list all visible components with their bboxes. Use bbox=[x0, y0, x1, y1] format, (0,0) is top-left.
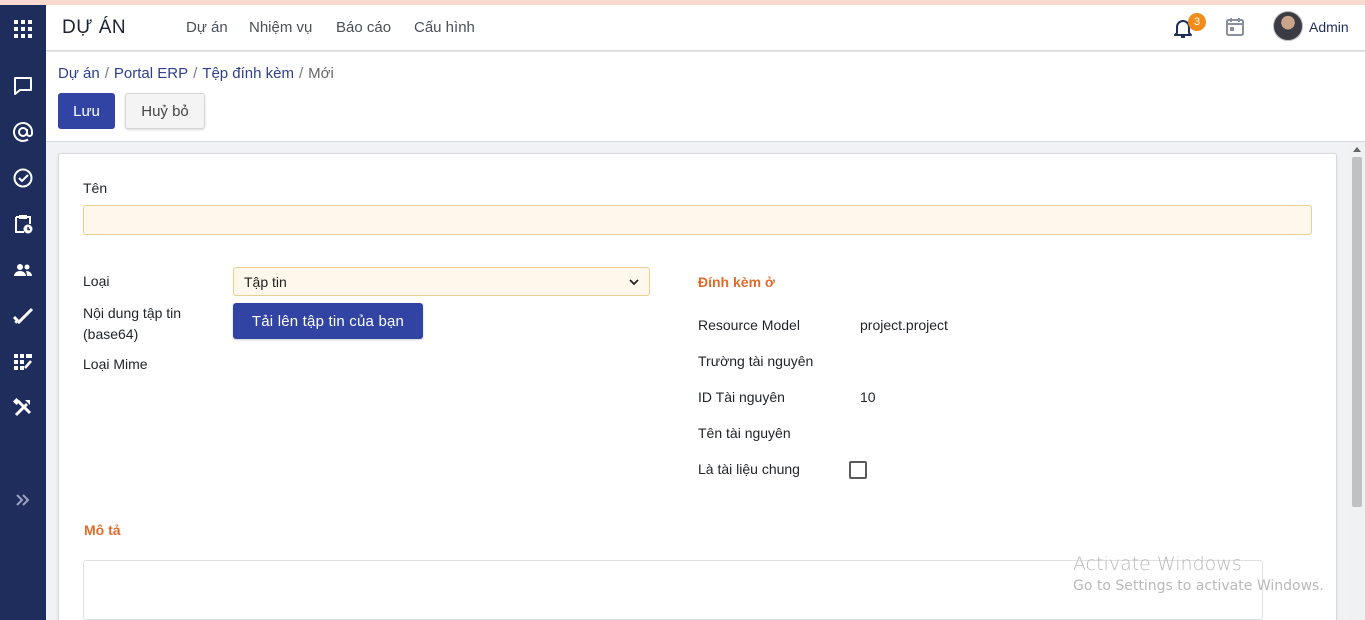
public-checkbox[interactable] bbox=[849, 461, 867, 479]
breadcrumb: Dự án / Portal ERP / Tệp đính kèm / Mới bbox=[58, 65, 334, 82]
breadcrumb-separator: / bbox=[104, 65, 109, 82]
attached-section-title: Đính kèm ở bbox=[698, 274, 775, 290]
sidebar bbox=[0, 5, 46, 620]
file-content-label: Nội dung tập tin bbox=[83, 305, 182, 321]
calendar-icon[interactable] bbox=[1225, 17, 1245, 37]
chevron-down-icon bbox=[629, 278, 639, 285]
scrollbar[interactable] bbox=[1349, 143, 1365, 620]
public-label: Là tài liệu chung bbox=[698, 461, 800, 477]
users-icon[interactable] bbox=[9, 256, 37, 284]
resource-model-value: project.project bbox=[860, 317, 948, 333]
top-navbar: DỰ ÁN Dự án Nhiệm vụ Báo cáo Cấu hình 3 … bbox=[46, 5, 1365, 51]
resource-name-label: Tên tài nguyên bbox=[698, 425, 791, 441]
resource-id-value: 10 bbox=[860, 389, 876, 405]
chat-icon[interactable] bbox=[9, 72, 37, 100]
resource-field-label: Trường tài nguyên bbox=[698, 353, 814, 369]
tools-icon[interactable] bbox=[9, 394, 37, 422]
breadcrumb-portal-erp[interactable]: Portal ERP bbox=[114, 65, 188, 82]
clipboard-clock-icon[interactable] bbox=[9, 210, 37, 238]
expand-icon[interactable] bbox=[9, 486, 37, 514]
control-panel: Dự án / Portal ERP / Tệp đính kèm / Mới Lưu Hu… bbox=[46, 52, 1365, 142]
menu-bao-cao[interactable]: Báo cáo bbox=[336, 19, 391, 36]
mention-icon[interactable] bbox=[9, 118, 37, 146]
name-input[interactable] bbox=[83, 205, 1312, 235]
type-select-value: Tập tin bbox=[244, 273, 287, 290]
app-title[interactable]: DỰ ÁN bbox=[62, 17, 126, 39]
task-board-icon[interactable] bbox=[9, 348, 37, 376]
file-content-label-suffix: (base64) bbox=[83, 326, 139, 342]
breadcrumb-separator: / bbox=[193, 65, 198, 82]
breadcrumb-du-an[interactable]: Dự án bbox=[58, 65, 100, 82]
cancel-button[interactable]: Huỷ bỏ bbox=[125, 93, 205, 129]
type-label: Loại bbox=[83, 273, 110, 289]
scroll-up-arrow[interactable] bbox=[1353, 147, 1361, 152]
breadcrumb-attachments[interactable]: Tệp đính kèm bbox=[202, 65, 294, 82]
menu-nhiem-vu[interactable]: Nhiệm vụ bbox=[249, 19, 312, 36]
check-circle-icon[interactable] bbox=[9, 164, 37, 192]
avatar[interactable] bbox=[1273, 11, 1303, 41]
breadcrumb-separator: / bbox=[299, 65, 304, 82]
mime-type-label: Loại Mime bbox=[83, 356, 148, 372]
user-name[interactable]: Admin bbox=[1309, 19, 1349, 35]
menu-du-an[interactable]: Dự án bbox=[186, 19, 228, 36]
menu-cau-hinh[interactable]: Cấu hình bbox=[414, 19, 475, 36]
double-check-icon[interactable] bbox=[9, 302, 37, 330]
activation-watermark-subtitle: Go to Settings to activate Windows. bbox=[1073, 578, 1324, 594]
scroll-thumb[interactable] bbox=[1352, 157, 1362, 507]
activation-watermark-title: Activate Windows bbox=[1073, 553, 1242, 575]
resource-id-label: ID Tài nguyên bbox=[698, 389, 785, 405]
apps-grid-icon[interactable] bbox=[9, 15, 37, 43]
breadcrumb-current: Mới bbox=[308, 65, 334, 82]
upload-file-button[interactable]: Tải lên tập tin của bạn bbox=[233, 303, 423, 339]
description-section-title: Mô tả bbox=[84, 522, 121, 538]
name-label: Tên bbox=[83, 180, 108, 196]
resource-model-label: Resource Model bbox=[698, 317, 800, 333]
type-select[interactable]: Tập tin bbox=[233, 267, 650, 296]
save-button[interactable]: Lưu bbox=[58, 93, 115, 129]
notification-badge: 3 bbox=[1188, 13, 1206, 31]
